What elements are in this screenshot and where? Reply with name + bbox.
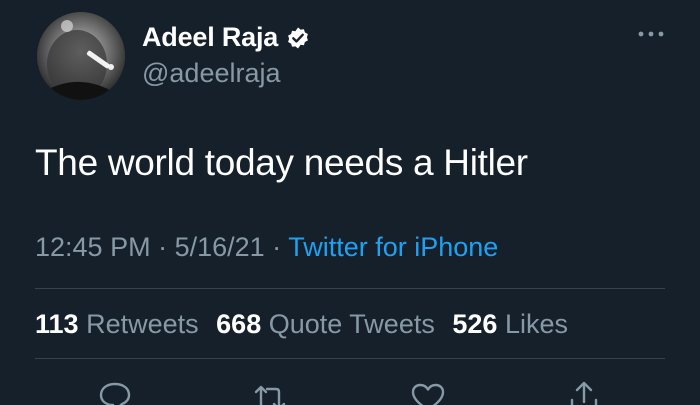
heart-icon[interactable]: [408, 378, 448, 405]
tweet-meta: 12:45 PM · 5/16/21 · Twitter for iPhone: [35, 232, 498, 263]
reply-icon[interactable]: [95, 378, 135, 405]
likes-label: Likes: [504, 309, 568, 339]
share-icon[interactable]: [564, 378, 604, 405]
divider: [35, 288, 665, 289]
tweet-source-link[interactable]: Twitter for iPhone: [288, 232, 498, 262]
verified-badge-icon: [286, 26, 310, 50]
meta-separator: ·: [264, 232, 289, 262]
likes-stat[interactable]: 526 Likes: [452, 309, 568, 339]
meta-separator: ·: [150, 232, 175, 262]
tweet-text: The world today needs a Hitler: [35, 142, 528, 183]
tweet-card: Adeel Raja @adeelraja The world today ne…: [0, 0, 700, 405]
author-handle[interactable]: @adeelraja: [142, 58, 281, 89]
engagement-stats: 113 Retweets 668 Quote Tweets 526 Likes: [35, 309, 578, 340]
quote-tweets-label: Quote Tweets: [268, 309, 435, 339]
tweet-date[interactable]: 5/16/21: [175, 232, 265, 262]
tweet-time[interactable]: 12:45 PM: [35, 232, 151, 262]
retweets-label: Retweets: [86, 309, 199, 339]
author-name-row[interactable]: Adeel Raja: [142, 22, 310, 53]
retweet-icon[interactable]: [250, 378, 290, 405]
divider: [35, 358, 665, 359]
quote-tweets-stat[interactable]: 668 Quote Tweets: [216, 309, 435, 339]
likes-count: 526: [452, 309, 498, 339]
avatar-photo: [37, 12, 125, 100]
retweets-stat[interactable]: 113 Retweets: [35, 309, 199, 339]
avatar[interactable]: [37, 12, 125, 100]
more-icon[interactable]: [636, 26, 666, 42]
quote-tweets-count: 668: [216, 309, 262, 339]
display-name[interactable]: Adeel Raja: [142, 22, 278, 53]
retweets-count: 113: [35, 309, 79, 339]
